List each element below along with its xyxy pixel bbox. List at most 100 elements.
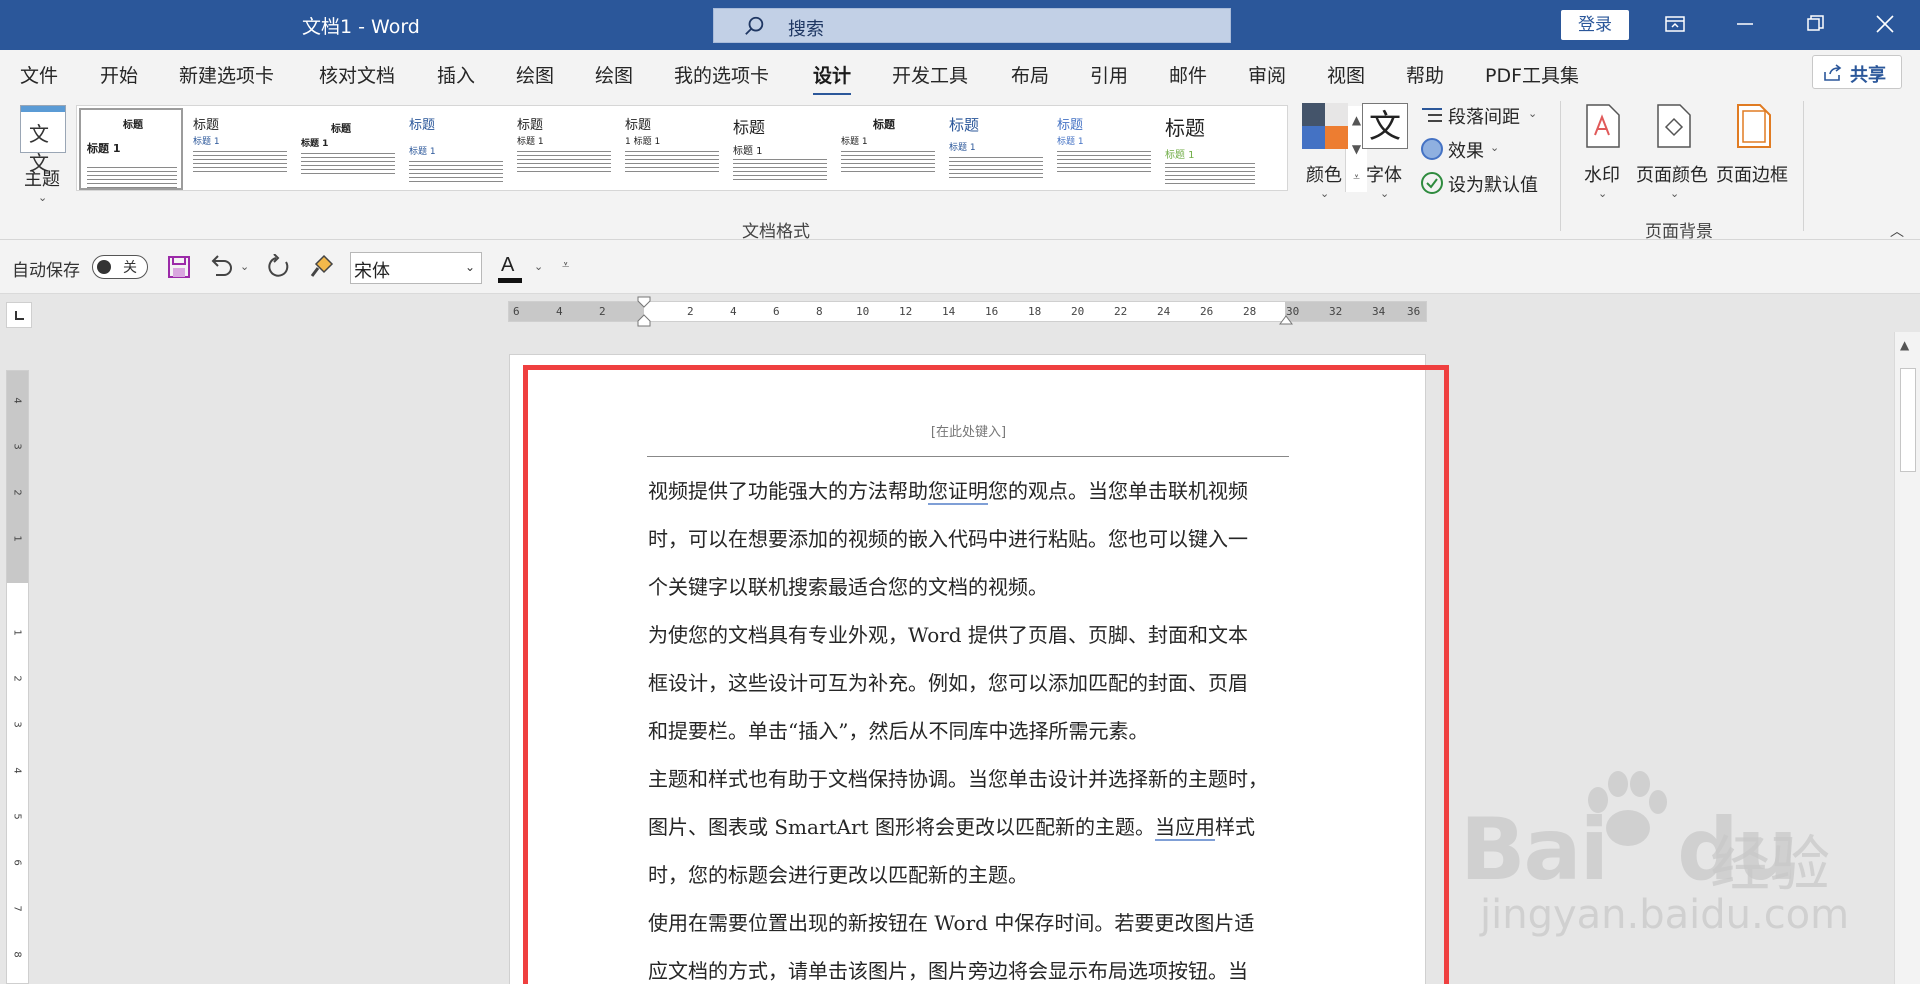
style-set-item[interactable]: 标题 1 标题 1 bbox=[619, 108, 723, 190]
collapse-ribbon-icon[interactable]: ︿ bbox=[1890, 221, 1904, 241]
themes-button[interactable]: 文文 主题 ⌄ bbox=[16, 105, 72, 205]
ruler-tick: 20 bbox=[1071, 305, 1085, 318]
tab-mailings[interactable]: 邮件 bbox=[1169, 61, 1207, 88]
tab-my-tab[interactable]: 我的选项卡 bbox=[674, 61, 769, 88]
page-color-icon bbox=[1657, 104, 1691, 148]
tab-check-document[interactable]: 核对文档 bbox=[319, 61, 395, 88]
baidu-jingyan-watermark: Bai du 经验 jingyan.baidu.com bbox=[1460, 770, 1900, 984]
ruler-tick: 2 bbox=[687, 305, 694, 318]
checkmark-icon bbox=[1421, 172, 1443, 194]
undo-dropdown-icon[interactable]: ⌄ bbox=[240, 260, 249, 273]
ruler-tick: 1 bbox=[11, 629, 23, 636]
ruler-tick: 2 bbox=[11, 675, 23, 682]
tab-selector-button[interactable] bbox=[6, 302, 32, 328]
ruler-tick: 1 bbox=[11, 535, 23, 542]
style-set-item[interactable]: 标题 标题 1 bbox=[727, 108, 831, 190]
restore-button[interactable] bbox=[1781, 0, 1851, 50]
tab-layout[interactable]: 布局 bbox=[1011, 61, 1049, 88]
tab-help[interactable]: 帮助 bbox=[1406, 61, 1444, 88]
effects-button[interactable]: 效果 ⌄ bbox=[1420, 137, 1530, 163]
ruler-tick: 16 bbox=[985, 305, 999, 318]
ruler-tick: 6 bbox=[513, 305, 520, 318]
font-color-dropdown-icon[interactable]: ⌄ bbox=[534, 260, 543, 273]
tab-review[interactable]: 审阅 bbox=[1248, 61, 1286, 88]
ruler-tick: 24 bbox=[1157, 305, 1171, 318]
minimize-button[interactable] bbox=[1711, 0, 1781, 50]
scroll-up-icon[interactable]: ▲ bbox=[1900, 338, 1909, 352]
ruler-tick: 32 bbox=[1329, 305, 1343, 318]
share-button[interactable]: 共享 bbox=[1812, 55, 1902, 89]
redo-icon[interactable] bbox=[266, 254, 292, 280]
watermark-cn: 经验 bbox=[1710, 830, 1830, 900]
style-set-item[interactable]: 标题 标题 1 bbox=[1051, 108, 1155, 190]
page-borders-label: 页面边框 bbox=[1716, 165, 1788, 186]
ruler-tick: 8 bbox=[816, 305, 823, 318]
style-set-item[interactable]: 标题 标题 1 bbox=[1159, 108, 1259, 190]
fonts-button[interactable]: 文 字体 ⌄ bbox=[1360, 103, 1410, 203]
autosave-label: 自动保存 bbox=[12, 261, 80, 281]
set-as-default-button[interactable]: 设为默认值 bbox=[1420, 171, 1550, 197]
ruler-tick: 28 bbox=[1243, 305, 1257, 318]
watermark-button[interactable]: 水印 ⌄ bbox=[1578, 103, 1628, 203]
restore-icon bbox=[1807, 15, 1824, 31]
page-border-icon bbox=[1737, 104, 1771, 148]
customize-qat-icon[interactable]: ⩡ bbox=[562, 258, 569, 273]
style-set-item[interactable]: 标题 标题 1 bbox=[943, 108, 1047, 190]
tab-developer[interactable]: 开发工具 bbox=[892, 61, 968, 88]
style-set-item[interactable]: 标题 标题 1 bbox=[511, 108, 615, 190]
tab-insert[interactable]: 插入 bbox=[437, 61, 475, 88]
share-label: 共享 bbox=[1850, 65, 1886, 86]
page-color-button[interactable]: 页面颜色 ⌄ bbox=[1636, 103, 1712, 203]
style-set-item[interactable]: 标题 标题 1 bbox=[79, 108, 183, 190]
share-icon bbox=[1824, 64, 1842, 81]
horizontal-ruler[interactable]: 6 4 2 2 4 6 8 10 12 14 16 18 20 22 24 26… bbox=[508, 296, 1427, 327]
style-set-item[interactable]: 标题 标题 1 bbox=[295, 108, 399, 190]
paragraph-spacing-icon bbox=[1422, 108, 1442, 122]
vertical-ruler[interactable]: 4 3 2 1 1 2 3 4 5 6 7 8 bbox=[6, 370, 29, 984]
tab-design[interactable]: 设计 bbox=[813, 61, 852, 96]
ruler-tick: 10 bbox=[856, 305, 870, 318]
paragraph-spacing-button[interactable]: 段落间距 ⌄ bbox=[1420, 103, 1550, 129]
effects-icon bbox=[1421, 138, 1443, 160]
search-box[interactable]: 搜索 bbox=[713, 8, 1231, 43]
tab-view[interactable]: 视图 bbox=[1327, 61, 1365, 88]
close-button[interactable] bbox=[1851, 0, 1920, 50]
ruler-tick: 3 bbox=[11, 721, 23, 728]
style-set-item[interactable]: 标题 标题 1 bbox=[835, 108, 939, 190]
colors-button[interactable]: 颜色 ⌄ bbox=[1300, 103, 1350, 203]
tab-pdf-tools[interactable]: PDF工具集 bbox=[1485, 61, 1579, 88]
title-bar: 文档1 - Word 搜索 登录 bbox=[0, 0, 1920, 50]
undo-icon[interactable] bbox=[208, 255, 234, 279]
scroll-thumb[interactable] bbox=[1900, 368, 1916, 472]
red-highlight-box bbox=[523, 365, 1449, 984]
font-name-select[interactable]: 宋体 ⌄ bbox=[350, 252, 482, 284]
tab-draw-1[interactable]: 绘图 bbox=[516, 61, 554, 88]
tab-draw-2[interactable]: 绘图 bbox=[595, 61, 633, 88]
ruler-tick: 5 bbox=[11, 813, 23, 820]
ruler-tick: 26 bbox=[1200, 305, 1214, 318]
login-button[interactable]: 登录 bbox=[1561, 10, 1629, 40]
search-label: 搜索 bbox=[788, 19, 824, 40]
ruler-tick: 2 bbox=[599, 305, 606, 318]
colors-icon bbox=[1302, 103, 1348, 149]
save-icon[interactable] bbox=[167, 255, 191, 279]
chevron-down-icon: ⌄ bbox=[464, 260, 475, 274]
style-set-item[interactable]: 标题 标题 1 bbox=[187, 108, 291, 190]
left-tab-icon bbox=[15, 311, 24, 320]
tab-new-tab[interactable]: 新建选项卡 bbox=[179, 61, 274, 88]
font-color-button[interactable]: A bbox=[498, 254, 528, 284]
ribbon-display-options-button[interactable] bbox=[1641, 0, 1711, 50]
ruler-tick: 18 bbox=[1028, 305, 1042, 318]
indent-marker-icon[interactable] bbox=[637, 296, 651, 332]
tab-file[interactable]: 文件 bbox=[20, 61, 58, 88]
tab-references[interactable]: 引用 bbox=[1090, 61, 1128, 88]
format-painter-icon[interactable] bbox=[310, 254, 336, 280]
autosave-toggle[interactable]: 关 bbox=[92, 255, 148, 279]
ruler-tick: 22 bbox=[1114, 305, 1128, 318]
style-set-item[interactable]: 标题 标题 1 bbox=[403, 108, 507, 190]
page-color-label: 页面颜色 bbox=[1636, 165, 1708, 186]
right-indent-marker-icon[interactable] bbox=[1279, 314, 1293, 326]
tab-home[interactable]: 开始 bbox=[100, 61, 138, 88]
page-borders-button[interactable]: 页面边框 bbox=[1716, 103, 1792, 203]
ruler-tick: 6 bbox=[11, 859, 23, 866]
